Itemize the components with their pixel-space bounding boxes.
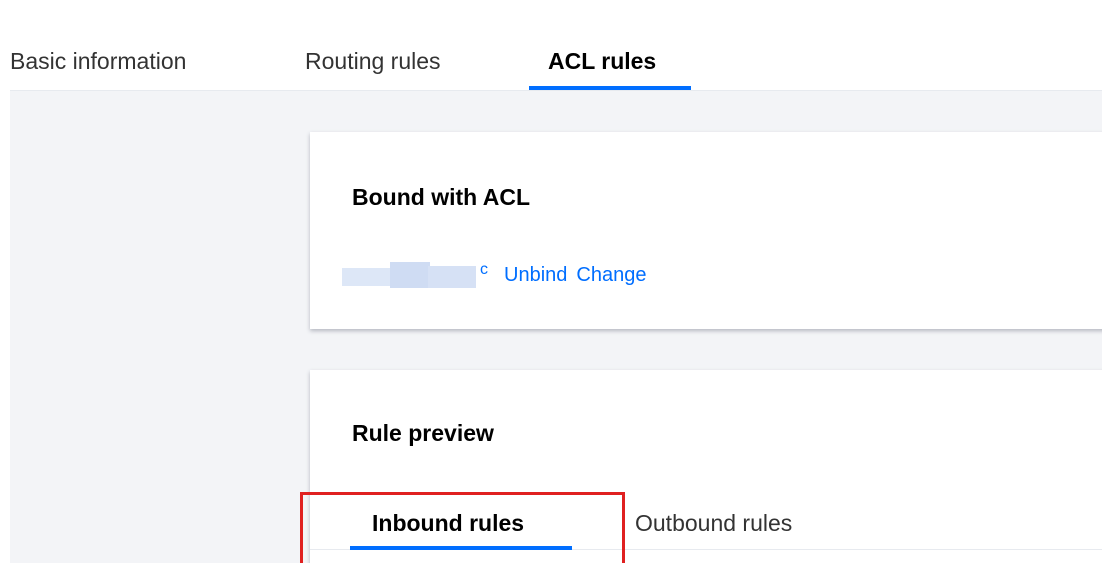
bound-acl-row: c Unbind Change (342, 260, 646, 290)
acl-name-fragment[interactable]: c (480, 261, 488, 279)
bound-acl-card: Bound with ACL c Unbind Change (310, 132, 1102, 329)
rule-preview-title: Rule preview (352, 420, 494, 446)
tab-basic-information[interactable]: Basic information (10, 46, 186, 76)
page: Basic information Routing rules ACL rule… (0, 0, 1102, 563)
bound-acl-title: Bound with ACL (352, 184, 530, 210)
unbind-link[interactable]: Unbind (504, 264, 567, 287)
change-link[interactable]: Change (576, 264, 646, 287)
acl-name-redacted (342, 262, 477, 288)
tab-outbound-rules[interactable]: Outbound rules (635, 508, 792, 538)
active-tab-indicator (529, 86, 691, 90)
highlight-annotation-box (300, 492, 625, 563)
tab-acl-rules[interactable]: ACL rules (548, 46, 656, 76)
top-tab-bar: Basic information Routing rules ACL rule… (10, 16, 1102, 91)
tab-routing-rules[interactable]: Routing rules (305, 46, 441, 76)
